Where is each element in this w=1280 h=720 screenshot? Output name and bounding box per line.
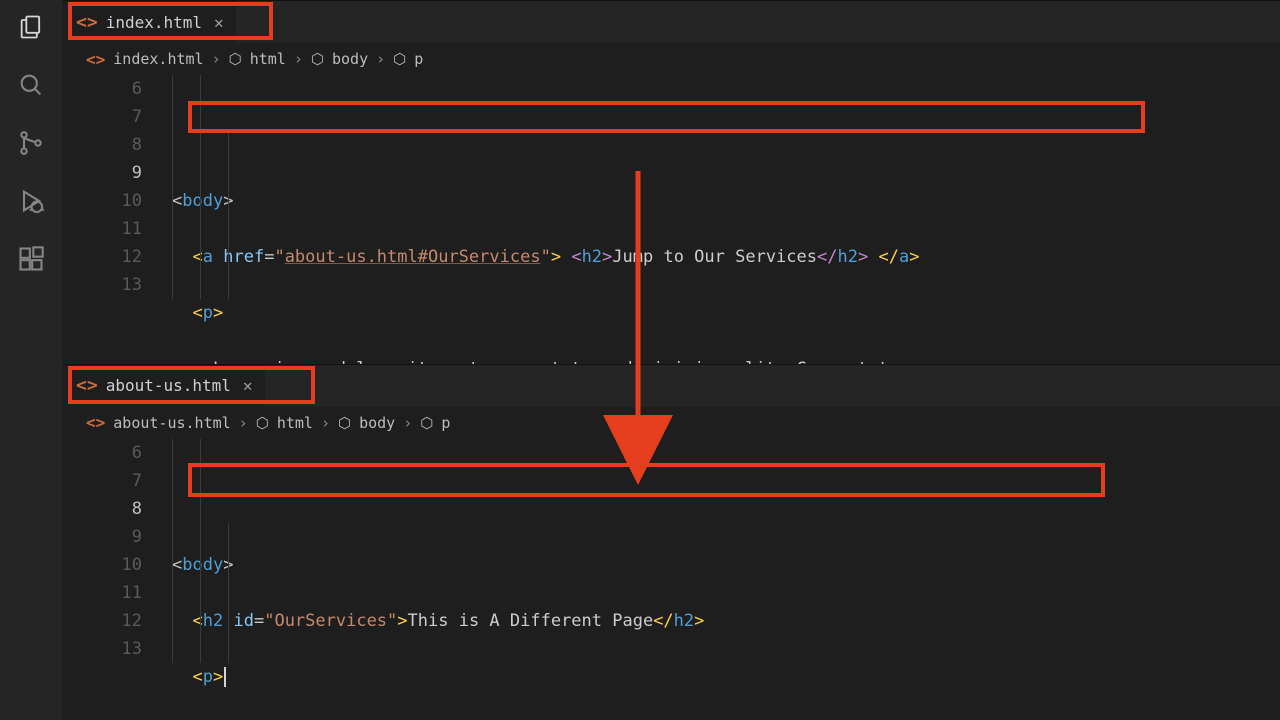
- annotation-arrow: [0, 0, 1280, 720]
